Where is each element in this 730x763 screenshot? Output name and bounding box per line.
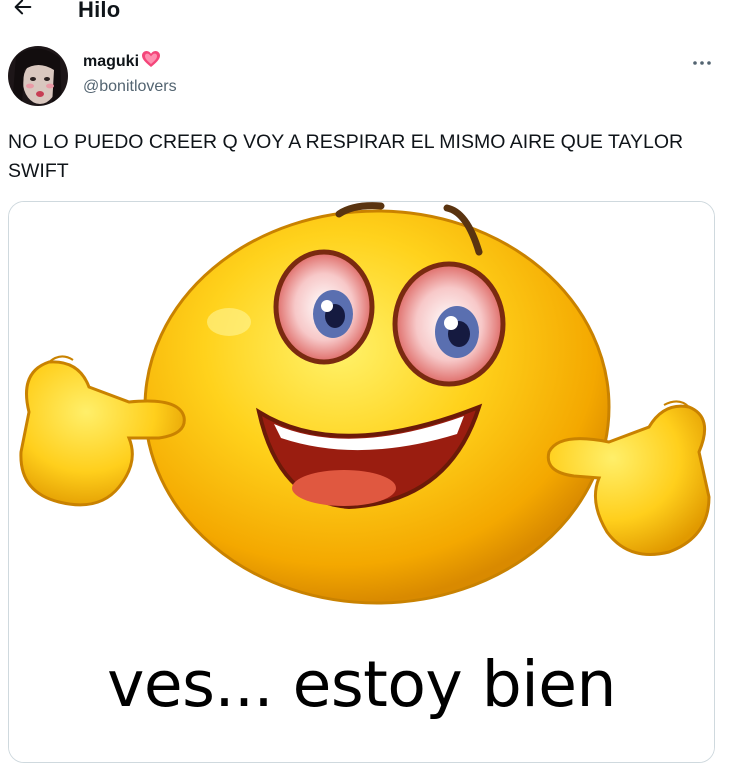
author-handle[interactable]: @bonitlovers [83,78,177,96]
pink-heart-icon [141,50,161,73]
arrow-left-icon [12,0,34,23]
meme-caption: ves... estoy bien [107,648,616,721]
thread-header: Hilo [0,0,730,26]
page-title: Hilo [78,0,121,22]
tweet-media[interactable]: ves... estoy bien [8,201,715,763]
tweet-author: maguki @bonitlovers [83,50,177,96]
tweet-text: NO LO PUEDO CREER Q VOY A RESPIRAR EL MI… [8,131,684,182]
author-name-text: maguki [83,52,140,70]
author-display-name[interactable]: maguki [83,50,177,73]
back-button[interactable] [6,0,40,26]
more-button[interactable] [686,50,718,74]
more-horizontal-icon [692,53,712,71]
avatar[interactable] [8,46,68,106]
